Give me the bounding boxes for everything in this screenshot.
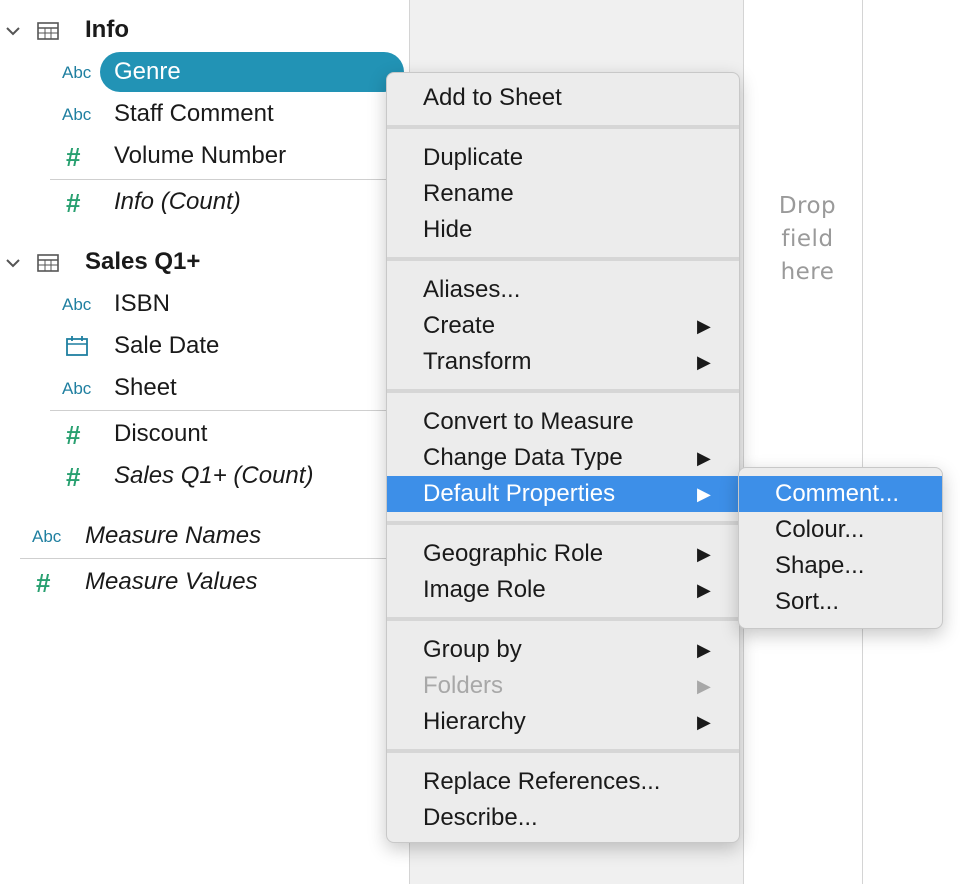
table-icon xyxy=(37,254,59,272)
submenu-arrow-icon: ▶ xyxy=(697,580,711,600)
table-icon xyxy=(37,22,59,40)
menu-item-create[interactable]: Create ▶ xyxy=(387,308,739,344)
field-measure-values[interactable]: Measure Values xyxy=(85,568,258,596)
menu-item-image-role[interactable]: Image Role ▶ xyxy=(387,572,739,608)
menu-item-replace-references[interactable]: Replace References... xyxy=(387,764,739,800)
menu-item-change-data-type[interactable]: Change Data Type ▶ xyxy=(387,440,739,476)
menu-separator xyxy=(387,617,739,621)
default-properties-submenu: Comment... Colour... Shape... Sort... xyxy=(738,467,943,629)
menu-separator xyxy=(387,257,739,261)
chevron-down-icon[interactable] xyxy=(4,254,22,272)
menu-separator xyxy=(387,125,739,129)
field-volume-number[interactable]: Volume Number xyxy=(114,142,286,170)
field-measure-names[interactable]: Measure Names xyxy=(85,522,261,550)
string-type-icon: Abc xyxy=(32,527,62,546)
field-genre[interactable]: Genre xyxy=(114,58,181,86)
menu-item-convert-to-measure[interactable]: Convert to Measure xyxy=(387,404,739,440)
menu-item-group-by[interactable]: Group by ▶ xyxy=(387,632,739,668)
number-type-icon: # xyxy=(66,420,81,450)
chevron-down-icon[interactable] xyxy=(4,22,22,40)
field-info-count[interactable]: Info (Count) xyxy=(114,188,241,216)
menu-item-geographic-role[interactable]: Geographic Role ▶ xyxy=(387,536,739,572)
table-name-sales[interactable]: Sales Q1+ xyxy=(85,248,200,276)
string-type-icon: Abc xyxy=(62,379,92,398)
menu-item-hierarchy[interactable]: Hierarchy ▶ xyxy=(387,704,739,740)
submenu-item-sort[interactable]: Sort... xyxy=(739,584,942,620)
drop-hint-line: here xyxy=(780,259,835,285)
measure-separator xyxy=(50,179,405,180)
string-type-icon: Abc xyxy=(62,295,92,314)
number-type-icon: # xyxy=(66,462,81,492)
menu-item-aliases[interactable]: Aliases... xyxy=(387,272,739,308)
submenu-arrow-icon: ▶ xyxy=(697,544,711,564)
number-type-icon: # xyxy=(66,188,81,218)
menu-item-hide[interactable]: Hide xyxy=(387,212,739,248)
menu-separator xyxy=(387,521,739,525)
drop-hint-line: field xyxy=(781,226,834,252)
measure-separator xyxy=(20,558,405,559)
submenu-item-colour[interactable]: Colour... xyxy=(739,512,942,548)
view-divider xyxy=(862,0,863,884)
menu-separator xyxy=(387,389,739,393)
menu-item-folders: Folders ▶ xyxy=(387,668,739,704)
menu-item-add-to-sheet[interactable]: Add to Sheet xyxy=(387,80,739,116)
string-type-icon: Abc xyxy=(62,105,92,124)
field-sales-count[interactable]: Sales Q1+ (Count) xyxy=(114,462,313,490)
table-name-info[interactable]: Info xyxy=(85,16,129,44)
menu-separator xyxy=(387,749,739,753)
menu-item-transform[interactable]: Transform ▶ xyxy=(387,344,739,380)
number-type-icon: # xyxy=(66,142,81,172)
menu-item-default-properties[interactable]: Default Properties ▶ xyxy=(387,476,739,512)
drop-hint-line: Drop xyxy=(778,193,837,219)
field-isbn[interactable]: ISBN xyxy=(114,290,170,318)
submenu-item-shape[interactable]: Shape... xyxy=(739,548,942,584)
field-staff-comment[interactable]: Staff Comment xyxy=(114,100,274,128)
shelf-divider xyxy=(743,0,744,884)
field-sheet[interactable]: Sheet xyxy=(114,374,177,402)
menu-item-rename[interactable]: Rename xyxy=(387,176,739,212)
field-discount[interactable]: Discount xyxy=(114,420,207,448)
submenu-arrow-icon: ▶ xyxy=(697,316,711,336)
string-type-icon: Abc xyxy=(62,63,92,82)
number-type-icon: # xyxy=(36,568,51,598)
drop-field-hint[interactable]: Drop field here xyxy=(760,190,855,289)
measure-separator xyxy=(50,410,405,411)
data-pane: Info Abc Genre Abc Staff Comment # Volum… xyxy=(0,0,405,884)
submenu-arrow-icon: ▶ xyxy=(697,676,711,696)
menu-item-duplicate[interactable]: Duplicate xyxy=(387,140,739,176)
menu-item-describe[interactable]: Describe... xyxy=(387,800,739,836)
submenu-arrow-icon: ▶ xyxy=(697,712,711,732)
submenu-item-comment[interactable]: Comment... xyxy=(739,476,942,512)
field-context-menu: Add to Sheet Duplicate Rename Hide Alias… xyxy=(386,72,740,843)
submenu-arrow-icon: ▶ xyxy=(697,640,711,660)
field-sale-date[interactable]: Sale Date xyxy=(114,332,219,360)
submenu-arrow-icon: ▶ xyxy=(697,448,711,468)
submenu-arrow-icon: ▶ xyxy=(697,484,711,504)
submenu-arrow-icon: ▶ xyxy=(697,352,711,372)
calendar-icon xyxy=(66,336,88,356)
